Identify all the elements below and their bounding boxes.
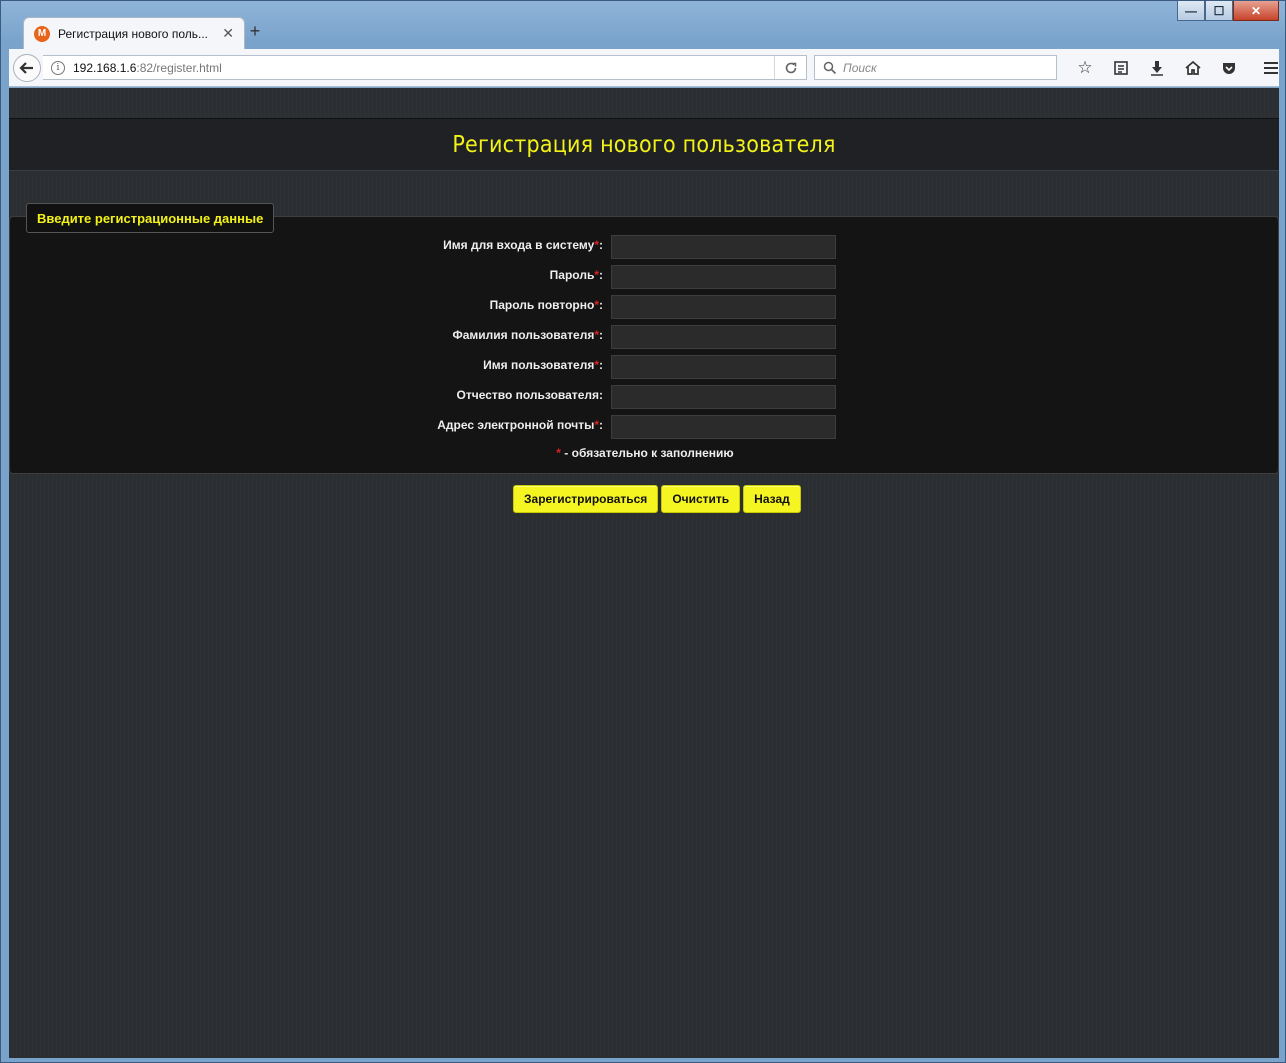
page-content: Регистрация нового пользователя Введите … — [9, 88, 1279, 1058]
page-header: Регистрация нового пользователя — [9, 118, 1279, 171]
password-repeat-label: Пароль повторно*: — [489, 298, 603, 312]
scrollbar[interactable] — [1273, 88, 1279, 1058]
url-path: :82/register.html — [136, 60, 222, 75]
pocket-icon[interactable] — [1211, 54, 1247, 82]
password-repeat-field[interactable] — [611, 295, 836, 319]
reading-list-icon[interactable] — [1103, 54, 1139, 82]
clear-button[interactable]: Очистить — [661, 485, 741, 513]
patronymic-field[interactable] — [611, 385, 836, 409]
toolbar-icons: ☆ — [1067, 54, 1286, 82]
form-row-firstname: Имя пользователя*: — [10, 354, 1280, 380]
search-placeholder: Поиск — [843, 60, 877, 75]
navigation-bar: i 192.168.1.6:82/register.html Поиск ☆ — [9, 49, 1279, 87]
tab-register[interactable]: M Регистрация нового поль... ✕ — [23, 17, 245, 49]
email-field[interactable] — [611, 415, 836, 439]
new-tab-button[interactable]: + — [245, 21, 265, 42]
page-title: Регистрация нового пользователя — [452, 131, 836, 158]
address-bar[interactable]: i 192.168.1.6:82/register.html — [43, 55, 807, 80]
firstname-field[interactable] — [611, 355, 836, 379]
required-note: * - обязательно к заполнению — [556, 446, 734, 460]
bookmark-star-icon[interactable]: ☆ — [1067, 54, 1103, 82]
form-row-login: Имя для входа в систему*: — [10, 234, 1280, 260]
url-host: 192.168.1.6 — [73, 60, 137, 75]
register-button[interactable]: Зарегистрироваться — [513, 485, 659, 513]
home-icon[interactable] — [1175, 54, 1211, 82]
registration-fieldset: Введите регистрационные данные Имя для в… — [9, 203, 1280, 474]
back-arrow-icon — [19, 62, 33, 74]
favicon-icon: M — [34, 25, 50, 42]
tab-title: Регистрация нового поль... — [58, 26, 208, 41]
password-field[interactable] — [611, 265, 836, 289]
reload-icon — [785, 62, 796, 73]
form-row-password: Пароль*: — [10, 264, 1280, 290]
login-field[interactable] — [611, 235, 836, 259]
back-button[interactable] — [13, 54, 41, 82]
reload-button[interactable] — [774, 56, 806, 79]
password-label: Пароль*: — [549, 268, 603, 282]
back-page-button[interactable]: Назад — [743, 485, 801, 513]
menu-icon[interactable] — [1253, 54, 1286, 82]
search-input[interactable]: Поиск — [814, 55, 1057, 80]
email-label: Адрес электронной почты*: — [437, 418, 603, 432]
tab-close-icon[interactable]: ✕ — [222, 25, 234, 42]
surname-label: Фамилия пользователя*: — [452, 328, 603, 342]
download-icon[interactable] — [1139, 54, 1175, 82]
form-buttons: Зарегистрироваться Очистить Назад — [513, 485, 804, 513]
form-row-email: Адрес электронной почты*: — [10, 414, 1280, 440]
search-icon — [823, 61, 837, 74]
patronymic-label: Отчество пользователя: — [456, 388, 603, 402]
surname-field[interactable] — [611, 325, 836, 349]
tab-strip: M Регистрация нового поль... ✕ + — [9, 15, 1279, 49]
info-icon[interactable]: i — [51, 60, 65, 75]
form-row-patronymic: Отчество пользователя: — [10, 384, 1280, 410]
form-row-surname: Фамилия пользователя*: — [10, 324, 1280, 350]
fieldset-legend: Введите регистрационные данные — [26, 203, 275, 233]
login-label: Имя для входа в систему*: — [443, 238, 603, 252]
firstname-label: Имя пользователя*: — [483, 358, 603, 372]
browser-window: — ☐ ✕ M Регистрация нового поль... ✕ + i… — [0, 0, 1286, 1063]
form-row-password-repeat: Пароль повторно*: — [10, 294, 1280, 320]
